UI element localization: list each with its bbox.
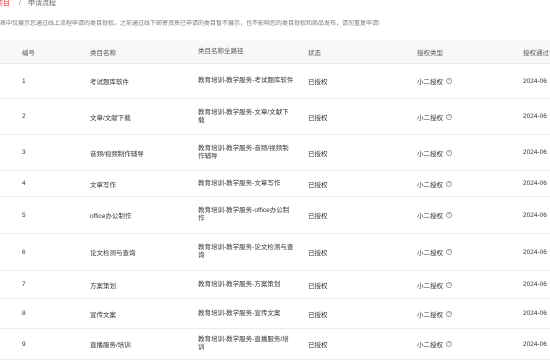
cell-category-path: 教育培训-教学服务-宣传文案: [198, 309, 281, 317]
header-auth-type: 授权类型: [417, 49, 443, 57]
cell-auth-type: 小二授权?: [417, 247, 523, 257]
question-circle-icon[interactable]: ?: [446, 281, 452, 288]
auth-type-label: 小二授权: [417, 250, 443, 257]
cell-category-path: 教育培训-教学服务-音频/视频制作辅导: [198, 144, 289, 160]
cell-auth-type: 小二授权?: [417, 179, 523, 189]
cell-category-name: 考试题库软件: [90, 79, 129, 86]
question-circle-icon[interactable]: ?: [446, 149, 452, 156]
cell-category-name: 文章写作: [90, 181, 116, 189]
cell-auth-time: 2024-06: [523, 248, 547, 256]
question-circle-icon[interactable]: ?: [446, 78, 452, 84]
table-row: 8 宣传文案 教育培训-教学服务-宣传文案 已授权 小二授权? 2024-06: [0, 299, 550, 329]
cell-status: 已授权: [308, 250, 328, 257]
cell-category-path: 教育培训-教学服务-考试题库软件: [198, 77, 294, 84]
table-row: 1 考试题库软件 教育培训-教学服务-考试题库软件 已授权 小二授权? 2024…: [0, 64, 550, 99]
cell-auth-time: 2024-06: [523, 149, 547, 156]
cell-auth-time: 2024-06: [523, 180, 547, 187]
cell-category-name: 直播服务/培训: [90, 342, 131, 349]
auth-type-label: 小二授权: [417, 150, 443, 158]
cell-status: 已授权: [308, 342, 328, 349]
cell-category-path: 教育培训-教学服务-论文检测与查询: [198, 244, 294, 259]
header-status: 状态: [308, 49, 321, 57]
cell-index: 5: [22, 211, 26, 219]
cell-index: 3: [22, 149, 26, 156]
cell-auth-type: 小二授权?: [417, 148, 523, 158]
auth-type-label: 小二授权: [417, 282, 443, 290]
header-index: 编号: [22, 49, 35, 57]
cell-category-name: 宣传文案: [90, 311, 116, 319]
cell-auth-type: 小二授权?: [417, 210, 523, 220]
notice-text: 表中仅展示您通过线上流程申请的类目授权。之前通过线下邮寄资质已申请的类目暂不展示…: [0, 21, 380, 27]
question-circle-icon[interactable]: ?: [446, 249, 452, 255]
table-row: 7 方案策划 教育培训-教学服务-方案策划 已授权 小二授权? 2024-06: [0, 271, 550, 299]
cell-index: 2: [22, 113, 26, 120]
cell-category-name: 音频/视频制作辅导: [90, 150, 144, 158]
table-row: 3 音频/视频制作辅导 教育培训-教学服务-音频/视频制作辅导 已授权 小二授权…: [0, 135, 550, 171]
cell-category-path: 教育培训-教学服务-直播服务/培训: [198, 336, 289, 351]
question-circle-icon[interactable]: ?: [446, 212, 452, 218]
cell-auth-type: 小二授权?: [417, 112, 523, 122]
header-category-name: 类目名称: [90, 49, 116, 57]
cell-status: 已授权: [308, 181, 328, 189]
cell-auth-type: 小二授权?: [417, 339, 523, 349]
cell-index: 8: [22, 310, 26, 317]
question-circle-icon[interactable]: ?: [446, 113, 452, 120]
table-row: 2 文章/文献下载 教育培训-教学服务-文章/文献下载 已授权 小二授权? 20…: [0, 99, 550, 135]
table-header: 编号 类目名称 类目名称全路径 状态 授权类型 授权通过: [0, 40, 550, 64]
cell-status: 已授权: [308, 114, 328, 122]
cell-status: 已授权: [308, 311, 328, 319]
cell-auth-time: 2024-06: [523, 211, 547, 219]
cell-index: 6: [22, 248, 26, 256]
category-auth-table: 编号 类目名称 类目名称全路径 状态 授权类型 授权通过 1 考试题库软件 教育…: [0, 40, 550, 360]
cell-category-name: 方案策划: [90, 282, 116, 290]
breadcrumb-separator: /: [19, 0, 21, 7]
auth-type-label: 小二授权: [417, 213, 443, 220]
header-category-path: 类目名称全路径: [198, 47, 244, 55]
cell-auth-type: 小二授权?: [417, 309, 523, 319]
cell-auth-time: 2024-06: [523, 310, 547, 317]
page: 类目 / 申请流程 表中仅展示您通过线上流程申请的类目授权。之前通过线下邮寄资质…: [0, 0, 550, 360]
auth-type-label: 小二授权: [417, 342, 443, 349]
cell-category-path: 教育培训-教学服务-文章写作: [198, 179, 281, 187]
cell-status: 已授权: [308, 79, 328, 86]
table-row: 9 直播服务/培训 教育培训-教学服务-直播服务/培训 已授权 小二授权? 20…: [0, 329, 550, 360]
cell-status: 已授权: [308, 150, 328, 158]
breadcrumb-link-category[interactable]: 类目: [0, 0, 10, 8]
auth-type-label: 小二授权: [417, 114, 443, 122]
cell-category-name: 论文检测与查询: [90, 250, 136, 257]
cell-auth-type: 小二授权?: [417, 280, 523, 290]
cell-auth-time: 2024-06: [523, 113, 547, 120]
cell-status: 已授权: [308, 282, 328, 290]
cell-category-path: 教育培训-教学服务-office办公制作: [198, 207, 290, 222]
cell-category-name: 文章/文献下载: [90, 114, 131, 122]
table-row: 4 文章写作 教育培训-教学服务-文章写作 已授权 小二授权? 2024-06: [0, 171, 550, 197]
cell-category-name: office办公制作: [90, 213, 132, 220]
cell-status: 已授权: [308, 213, 328, 220]
auth-type-label: 小二授权: [417, 181, 443, 189]
table-row: 5 office办公制作 教育培训-教学服务-office办公制作 已授权 小二…: [0, 197, 550, 234]
auth-type-label: 小二授权: [417, 79, 443, 86]
cell-category-path: 教育培训-教学服务-方案策划: [198, 280, 281, 288]
cell-auth-time: 2024-06: [523, 281, 547, 288]
cell-index: 7: [22, 281, 26, 288]
cell-index: 9: [22, 340, 26, 348]
header-auth-time: 授权通过: [523, 49, 549, 57]
question-circle-icon[interactable]: ?: [446, 341, 452, 347]
cell-index: 4: [22, 180, 26, 187]
breadcrumb-current-page: 申请流程: [27, 0, 56, 7]
cell-index: 1: [22, 77, 26, 85]
cell-category-path: 教育培训-教学服务-文章/文献下载: [198, 108, 289, 124]
cell-auth-time: 2024-06: [523, 340, 547, 348]
breadcrumb: 类目 / 申请流程: [0, 0, 56, 8]
auth-type-label: 小二授权: [417, 311, 443, 319]
question-circle-icon[interactable]: ?: [446, 310, 452, 317]
table-row: 6 论文检测与查询 教育培训-教学服务-论文检测与查询 已授权 小二授权? 20…: [0, 234, 550, 271]
question-circle-icon[interactable]: ?: [446, 180, 452, 187]
cell-auth-time: 2024-06: [523, 77, 547, 85]
cell-auth-type: 小二授权?: [417, 76, 523, 86]
